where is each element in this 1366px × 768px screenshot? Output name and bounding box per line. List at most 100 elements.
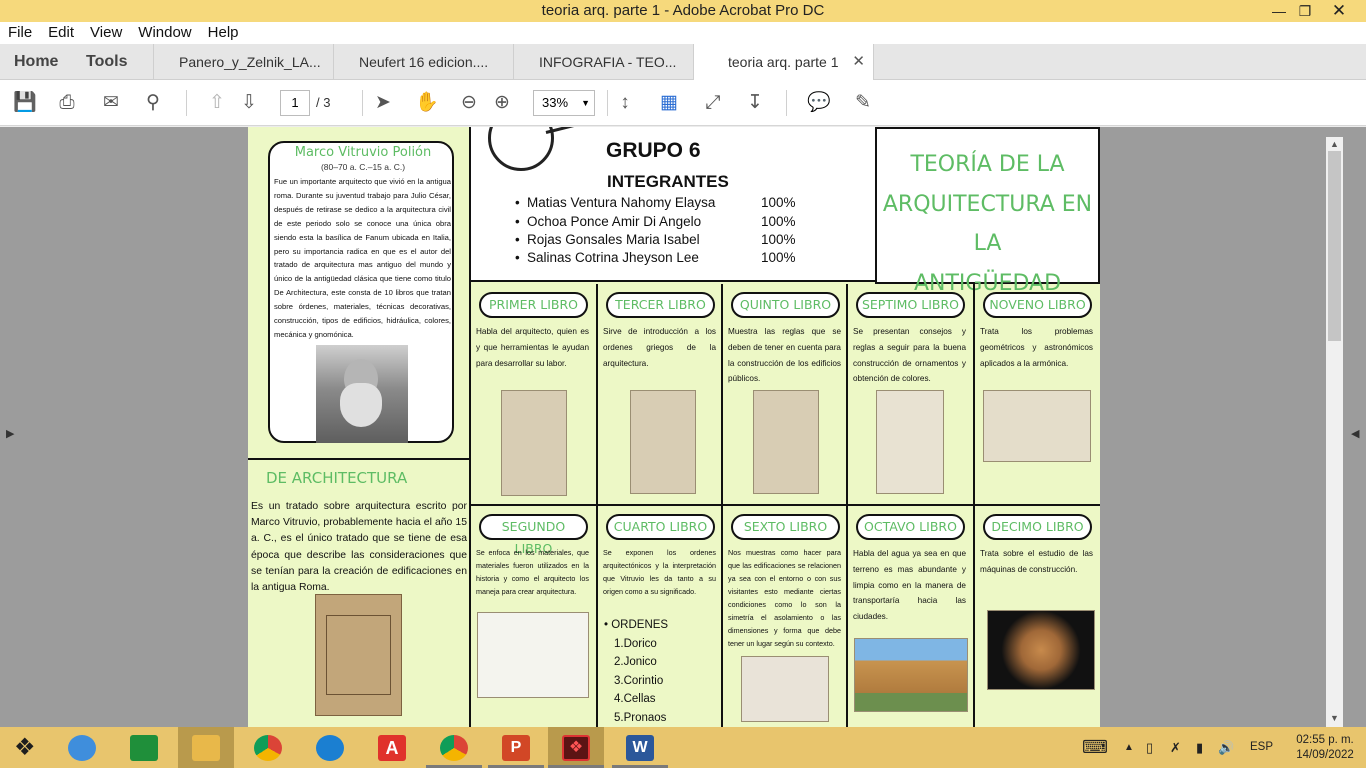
taskbar-acrobat-pro[interactable]: ❖ — [548, 727, 604, 768]
tab-tools[interactable]: Tools — [72, 44, 154, 80]
right-area: GRUPO 6 INTEGRANTES • Matias Ventura Naho… — [471, 127, 1100, 727]
hand-tool-icon[interactable]: ✋ — [414, 90, 440, 116]
member-row: • Ochoa Ponce Amir Di Angelo 100% — [515, 214, 796, 229]
book-text: Trata sobre el estudio de las máquinas d… — [980, 549, 1093, 574]
member-name: Matias Ventura Nahomy Elaysa — [527, 195, 716, 210]
taskbar-chrome[interactable] — [240, 727, 296, 768]
toolbar: 💾 ⎙ ✉ ⚲ ⇧ ⇩ ➤ ✋ ⊖ ⊕ ↕ ▦ ⤢ ↧ 💬 ✎ — [0, 80, 1366, 126]
book-text: Nos muestras como hacer para que las edi… — [728, 548, 841, 648]
book-cell-octavo: OCTAVO LIBRO Habla del agua ya sea en qu… — [848, 506, 975, 727]
menu-file[interactable]: File — [0, 22, 40, 44]
taskbar-ie[interactable] — [54, 727, 110, 768]
tab-doc-neufert[interactable]: Neufert 16 edicion.... — [334, 44, 514, 80]
member-name: Ochoa Ponce Amir Di Angelo — [527, 214, 702, 229]
no-connection-icon[interactable]: ✗ — [1170, 727, 1181, 768]
start-button[interactable]: ❖ — [0, 727, 56, 768]
book-title: SEXTO LIBRO — [731, 514, 840, 540]
taskbar-edge[interactable] — [302, 727, 358, 768]
menu-window[interactable]: Window — [130, 22, 199, 44]
previous-page-icon[interactable]: ⇧ — [204, 90, 230, 116]
book-cover-image — [315, 594, 402, 716]
order-item: 2.Jonico — [614, 656, 657, 668]
book-cell-sexto: SEXTO LIBRO Nos muestras como hacer para… — [723, 506, 848, 727]
chrome-icon — [254, 735, 282, 761]
scroll-mode-icon[interactable]: ↧ — [742, 90, 768, 116]
close-tab-icon[interactable]: ✕ — [852, 44, 865, 80]
scroll-thumb[interactable] — [1328, 151, 1341, 341]
menu-help[interactable]: Help — [200, 22, 247, 44]
scroll-up-icon[interactable]: ▲ — [1330, 139, 1339, 149]
menu-edit[interactable]: Edit — [40, 22, 82, 44]
fit-width-icon[interactable]: ▦ — [656, 90, 682, 116]
taskbar-store[interactable] — [116, 727, 172, 768]
taskbar-chrome-2[interactable] — [426, 727, 482, 768]
zoom-select[interactable]: 33% ▼ — [533, 90, 595, 116]
book-cell-decimo: DECIMO LIBRO Trata sobre el estudio de l… — [975, 506, 1100, 727]
orders-list: • ORDENES 1.Dorico 2.Jonico 3.Corintio 4… — [604, 616, 668, 727]
right-panel-toggle-icon[interactable]: ◀ — [1351, 427, 1359, 440]
group-title: GRUPO 6 — [606, 139, 701, 162]
tab-home[interactable]: Home — [0, 44, 78, 80]
aqueduct-image — [854, 638, 968, 712]
save-icon[interactable]: 💾 — [12, 90, 38, 116]
document-viewer[interactable]: ▶ ◀ ▲ ▼ Marco Vitruvio Polión (80–70 a. … — [0, 127, 1366, 727]
book-image — [741, 656, 829, 722]
zoom-in-icon[interactable]: ⊕ — [489, 90, 515, 116]
book-cell-tercer: TERCER LIBRO Sirve de introducción a los… — [598, 284, 723, 506]
fit-page-icon[interactable]: ↕ — [612, 90, 638, 116]
member-pct: 100% — [761, 232, 796, 247]
order-item: 5.Pronaos — [614, 711, 667, 724]
keyboard-icon[interactable]: ⌨ — [1082, 727, 1108, 768]
book-cell-quinto: QUINTO LIBRO Muestra las reglas que se d… — [723, 284, 848, 506]
next-page-icon[interactable]: ⇩ — [236, 90, 262, 116]
acrobat-pro-icon: ❖ — [562, 735, 590, 761]
book-cell-septimo: SEPTIMO LIBRO Se presentan consejos y re… — [848, 284, 975, 506]
search-icon[interactable]: ⚲ — [140, 90, 166, 116]
volume-icon[interactable]: 🔊 — [1218, 727, 1234, 768]
network-icon[interactable]: ▯ — [1146, 727, 1153, 768]
taskbar-powerpoint[interactable]: P — [488, 727, 544, 768]
sign-pen-icon[interactable]: ✎ — [850, 90, 876, 116]
menu-view[interactable]: View — [82, 22, 130, 44]
print-icon[interactable]: ⎙ — [54, 90, 80, 116]
show-hidden-icons-icon[interactable]: ▲ — [1124, 727, 1134, 768]
taskbar-acrobat-reader[interactable]: A — [364, 727, 420, 768]
zoom-value: 33% — [542, 95, 569, 110]
book-title: TERCER LIBRO — [606, 292, 715, 318]
book-title: QUINTO LIBRO — [731, 292, 840, 318]
book-text: Muestra las reglas que se deben de tener… — [728, 327, 841, 384]
pdf-page: Marco Vitruvio Polión (80–70 a. C.–15 a.… — [248, 127, 1100, 727]
clock[interactable]: 02:55 p. m. 14/09/2022 — [1290, 733, 1360, 763]
taskbar-word[interactable]: W — [612, 727, 668, 768]
zoom-out-icon[interactable]: ⊖ — [456, 90, 482, 116]
taskbar-explorer[interactable] — [178, 727, 234, 768]
book-image — [983, 390, 1091, 462]
vertical-scrollbar[interactable]: ▲ ▼ — [1326, 137, 1343, 727]
select-arrow-icon[interactable]: ➤ — [370, 90, 396, 116]
book-title: SEPTIMO LIBRO — [856, 292, 965, 318]
main-title: TEORÍA DE LA ARQUITECTURA EN LA ANTIGÜEDAD — [882, 152, 1093, 296]
book-text: Se enfoca en los materiales, que materia… — [476, 548, 589, 596]
comment-icon[interactable]: 💬 — [806, 90, 832, 116]
email-icon[interactable]: ✉ — [98, 90, 124, 116]
scroll-down-icon[interactable]: ▼ — [1330, 713, 1339, 723]
group-subtitle: INTEGRANTES — [607, 172, 729, 191]
member-row: • Rojas Gonsales Maria Isabel 100% — [515, 232, 796, 247]
orders-heading: • ORDENES — [604, 619, 669, 631]
chrome-profile-icon — [440, 735, 468, 761]
tab-doc-teoria[interactable]: teoria arq. parte 1 ✕ — [694, 44, 874, 81]
language-indicator[interactable]: ESP — [1250, 727, 1273, 768]
order-item: 3.Corintio — [614, 674, 664, 687]
close-window-icon[interactable]: ✕ — [1322, 0, 1356, 22]
battery-icon[interactable]: ▮ — [1196, 727, 1203, 768]
tab-doc-infografia[interactable]: INFOGRAFIA - TEO... — [514, 44, 694, 80]
book-title: DECIMO LIBRO — [983, 514, 1092, 540]
window-title: teoria arq. parte 1 - Adobe Acrobat Pro … — [541, 2, 825, 19]
member-name: Salinas Cotrina Jheyson Lee — [527, 250, 699, 265]
left-panel-toggle-icon[interactable]: ▶ — [6, 427, 14, 440]
full-screen-icon[interactable]: ⤢ — [700, 90, 726, 116]
restore-icon[interactable]: ❐ — [1288, 0, 1322, 22]
member-row: • Salinas Cotrina Jheyson Lee 100% — [515, 250, 796, 265]
page-number-input[interactable]: 1 — [280, 90, 310, 116]
tab-doc-panero[interactable]: Panero_y_Zelnik_LA... — [154, 44, 334, 80]
